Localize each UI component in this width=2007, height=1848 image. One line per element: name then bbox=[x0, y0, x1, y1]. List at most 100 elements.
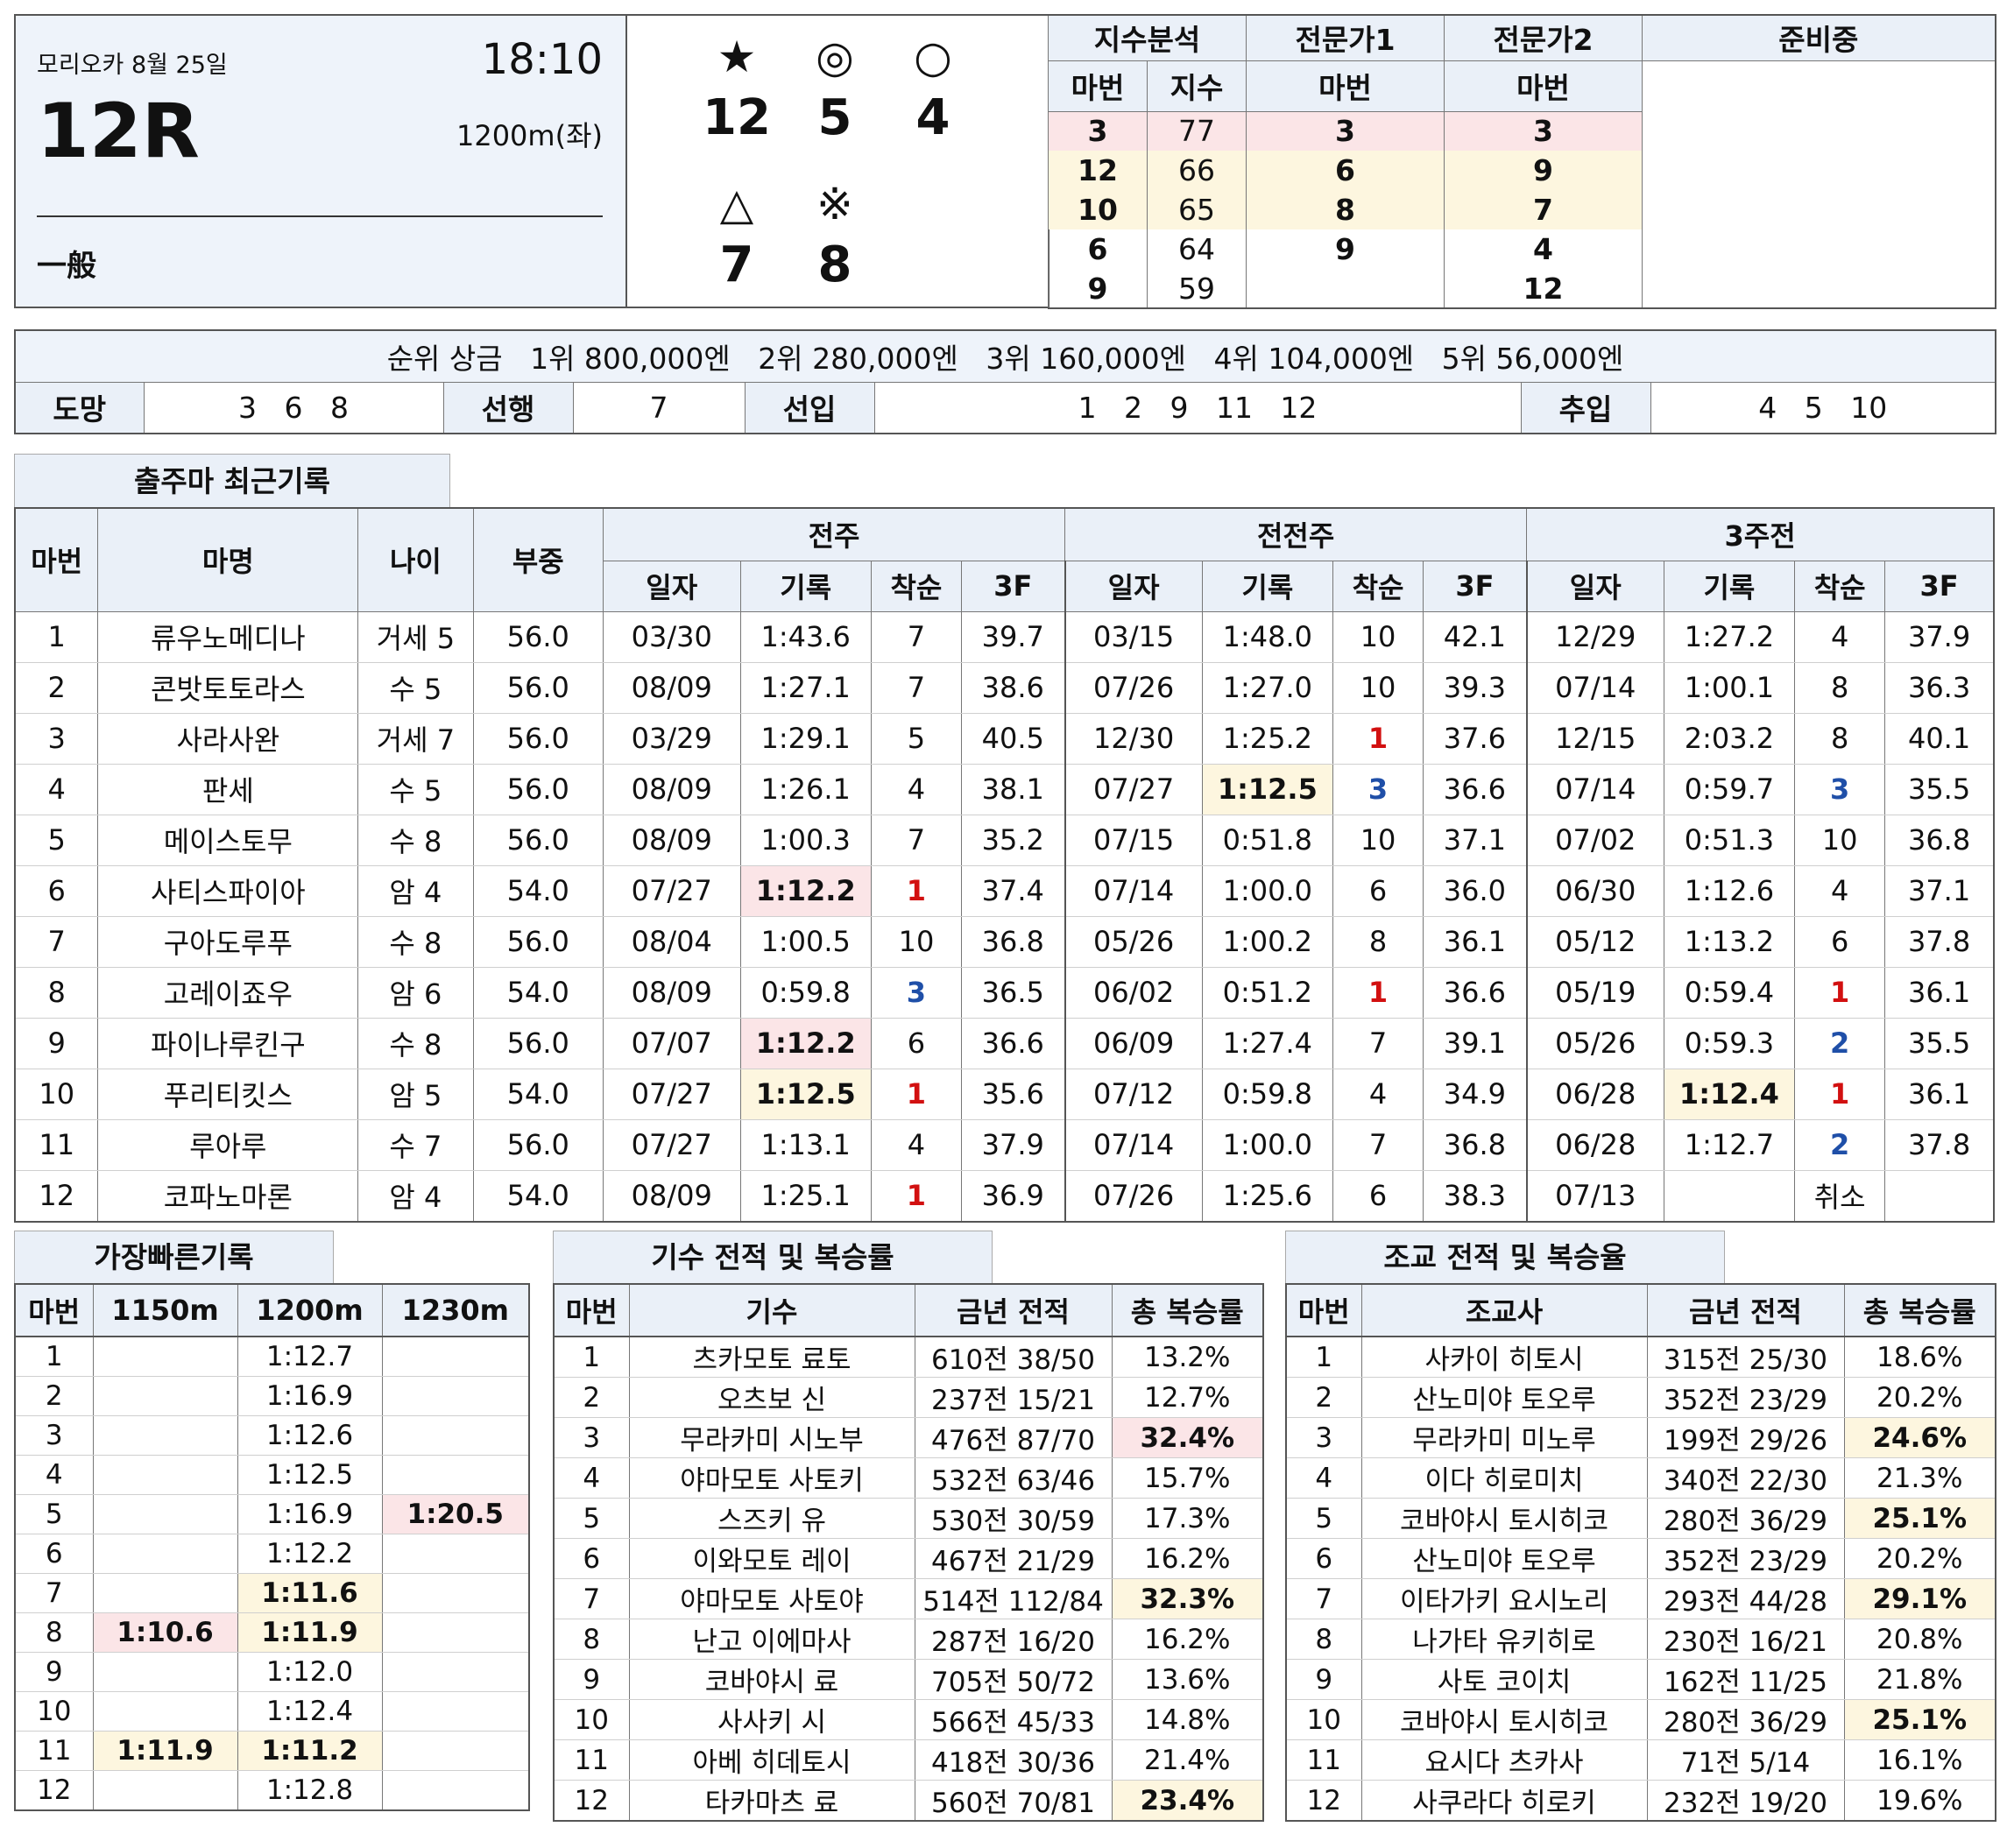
table-row: 2 1:16.9 bbox=[14, 1376, 529, 1416]
time-1150m bbox=[92, 1534, 237, 1574]
jockey-name: 이와모토 레이 bbox=[628, 1538, 915, 1579]
horse-number: 5 bbox=[14, 1494, 93, 1534]
race-time: 1:12.4 bbox=[1663, 1069, 1795, 1120]
race-date: 07/27 bbox=[1064, 764, 1203, 815]
horse-number: 3 bbox=[14, 713, 98, 765]
season-record: 352전 23/29 bbox=[1646, 1377, 1844, 1418]
table-row: 12 코파노마론 암 4 54.0 08/09 1:25.1 1 36.9 07/26 1:25.… bbox=[14, 1170, 1994, 1222]
index-number: 10 bbox=[1048, 190, 1148, 229]
race-date: 07/27 bbox=[602, 865, 740, 917]
horse-weight: 56.0 bbox=[472, 1119, 604, 1171]
race-date: 05/12 bbox=[1525, 916, 1664, 968]
race-date: 07/26 bbox=[1064, 1170, 1203, 1222]
horse-number: 3 bbox=[14, 1415, 93, 1456]
mark-number: 8 bbox=[817, 236, 852, 293]
horse-weight: 56.0 bbox=[472, 764, 604, 815]
horse-number: 1 bbox=[14, 1337, 93, 1377]
race-last3f: 36.8 bbox=[960, 916, 1065, 968]
place-rate: 20.2% bbox=[1843, 1538, 1996, 1579]
horse-number: 12 bbox=[553, 1780, 629, 1821]
jockey-name: 야마모토 사토야 bbox=[628, 1578, 915, 1619]
table-row: 9 사토 코이치 162전 11/25 21.8% bbox=[1285, 1659, 1996, 1700]
race-date: 05/26 bbox=[1064, 916, 1203, 968]
table-row: 1 츠카모토 료토 610전 38/50 13.2% bbox=[553, 1337, 1263, 1378]
race-class: 一般 bbox=[37, 249, 96, 284]
race-finish: 1 bbox=[870, 1170, 962, 1222]
race-finish: 6 bbox=[1332, 1170, 1424, 1222]
trainer-name: 사카이 히토시 bbox=[1360, 1337, 1647, 1378]
race-time: 1:00.2 bbox=[1201, 916, 1333, 968]
header-time: 기록 bbox=[1663, 561, 1795, 612]
race-finish: 7 bbox=[1332, 1018, 1424, 1069]
header-three-races-ago: 3주전 bbox=[1526, 508, 1994, 561]
index-value: 59 bbox=[1146, 269, 1247, 308]
time-1230m bbox=[381, 1652, 529, 1692]
header-season-record: 금년 전적 bbox=[914, 1284, 1112, 1337]
time-1230m bbox=[381, 1612, 529, 1653]
table-row: 11 아베 히데토시 418전 30/36 21.4% bbox=[553, 1739, 1263, 1781]
horse-number: 4 bbox=[14, 1455, 93, 1495]
trainer-name: 사쿠라다 히로키 bbox=[1360, 1780, 1647, 1821]
time-1200m: 1:12.4 bbox=[237, 1691, 382, 1732]
horse-name: 메이스토무 bbox=[97, 815, 358, 866]
horse-age: 수 8 bbox=[357, 815, 474, 866]
table-row: 12 1:12.8 bbox=[14, 1770, 529, 1810]
time-1150m bbox=[92, 1415, 237, 1456]
race-time: 1:27.1 bbox=[739, 662, 872, 714]
header-expert1: 전문가1 bbox=[1246, 15, 1445, 61]
table-row: 4 1:12.5 bbox=[14, 1455, 529, 1495]
race-finish: 4 bbox=[1332, 1069, 1424, 1120]
preparing-area bbox=[1642, 60, 1996, 309]
index-number: 6 bbox=[1048, 229, 1148, 269]
race-last3f: 42.1 bbox=[1423, 611, 1527, 663]
header-trainer: 조교사 bbox=[1360, 1284, 1647, 1337]
race-date: 07/13 bbox=[1525, 1170, 1664, 1222]
race-date: 05/19 bbox=[1525, 967, 1664, 1019]
index-value: 64 bbox=[1146, 229, 1247, 269]
table-row: 7 1:11.6 bbox=[14, 1573, 529, 1613]
header-date: 일자 bbox=[602, 561, 740, 612]
race-last3f: 36.1 bbox=[1884, 1069, 1994, 1120]
time-1230m: 1:20.5 bbox=[381, 1494, 529, 1534]
season-record: 476전 87/70 bbox=[914, 1417, 1112, 1458]
season-record: 340전 22/30 bbox=[1646, 1457, 1844, 1499]
season-record: 287전 16/20 bbox=[914, 1619, 1112, 1660]
race-time: 1:12.5 bbox=[1201, 764, 1333, 815]
horse-number: 2 bbox=[1285, 1377, 1361, 1418]
trainer-name: 사토 코이치 bbox=[1360, 1659, 1647, 1700]
time-1200m: 1:16.9 bbox=[237, 1494, 382, 1534]
expert2-pick: 4 bbox=[1444, 229, 1643, 269]
expert1-pick bbox=[1246, 269, 1445, 308]
race-date: 08/04 bbox=[602, 916, 740, 968]
horse-age: 암 4 bbox=[357, 1170, 474, 1222]
race-finish: 10 bbox=[1794, 815, 1885, 866]
horse-number: 4 bbox=[14, 764, 98, 815]
header-jockey: 기수 bbox=[628, 1284, 915, 1337]
header-last3f: 3F bbox=[960, 561, 1065, 612]
race-finish: 4 bbox=[870, 764, 962, 815]
header-expert2: 전문가2 bbox=[1444, 15, 1643, 61]
race-last3f: 37.9 bbox=[1884, 611, 1994, 663]
race-date: 07/26 bbox=[1064, 662, 1203, 714]
horse-number: 7 bbox=[14, 1573, 93, 1613]
table-row: 1 류우노메디나 거세 5 56.0 03/30 1:43.6 7 39.7 03/15 1:48… bbox=[14, 611, 1994, 663]
prediction-marks: ★ 12 ◎ 5 ○ 4 △ 7 ※ 8 bbox=[627, 14, 1049, 308]
season-record: 280전 36/29 bbox=[1646, 1498, 1844, 1539]
style-label-closer: 추입 bbox=[1520, 381, 1651, 434]
horse-number: 11 bbox=[14, 1119, 98, 1171]
reference-mark-icon: ※ bbox=[816, 179, 853, 229]
race-last3f: 37.1 bbox=[1423, 815, 1527, 866]
race-date: 08/09 bbox=[602, 764, 740, 815]
race-last3f: 35.6 bbox=[960, 1069, 1065, 1120]
horse-number: 8 bbox=[14, 1612, 93, 1653]
header-age: 나이 bbox=[357, 508, 474, 612]
place-rate: 19.6% bbox=[1843, 1780, 1996, 1821]
table-row: 5 1:16.9 1:20.5 bbox=[14, 1494, 529, 1534]
index-number: 12 bbox=[1048, 151, 1148, 190]
table-row: 2 오츠보 신 237전 15/21 12.7% bbox=[553, 1377, 1263, 1418]
header-last3f: 3F bbox=[1423, 561, 1527, 612]
race-date: 07/02 bbox=[1525, 815, 1664, 866]
time-1200m: 1:16.9 bbox=[237, 1376, 382, 1416]
race-last3f: 36.6 bbox=[960, 1018, 1065, 1069]
horse-age: 암 6 bbox=[357, 967, 474, 1019]
